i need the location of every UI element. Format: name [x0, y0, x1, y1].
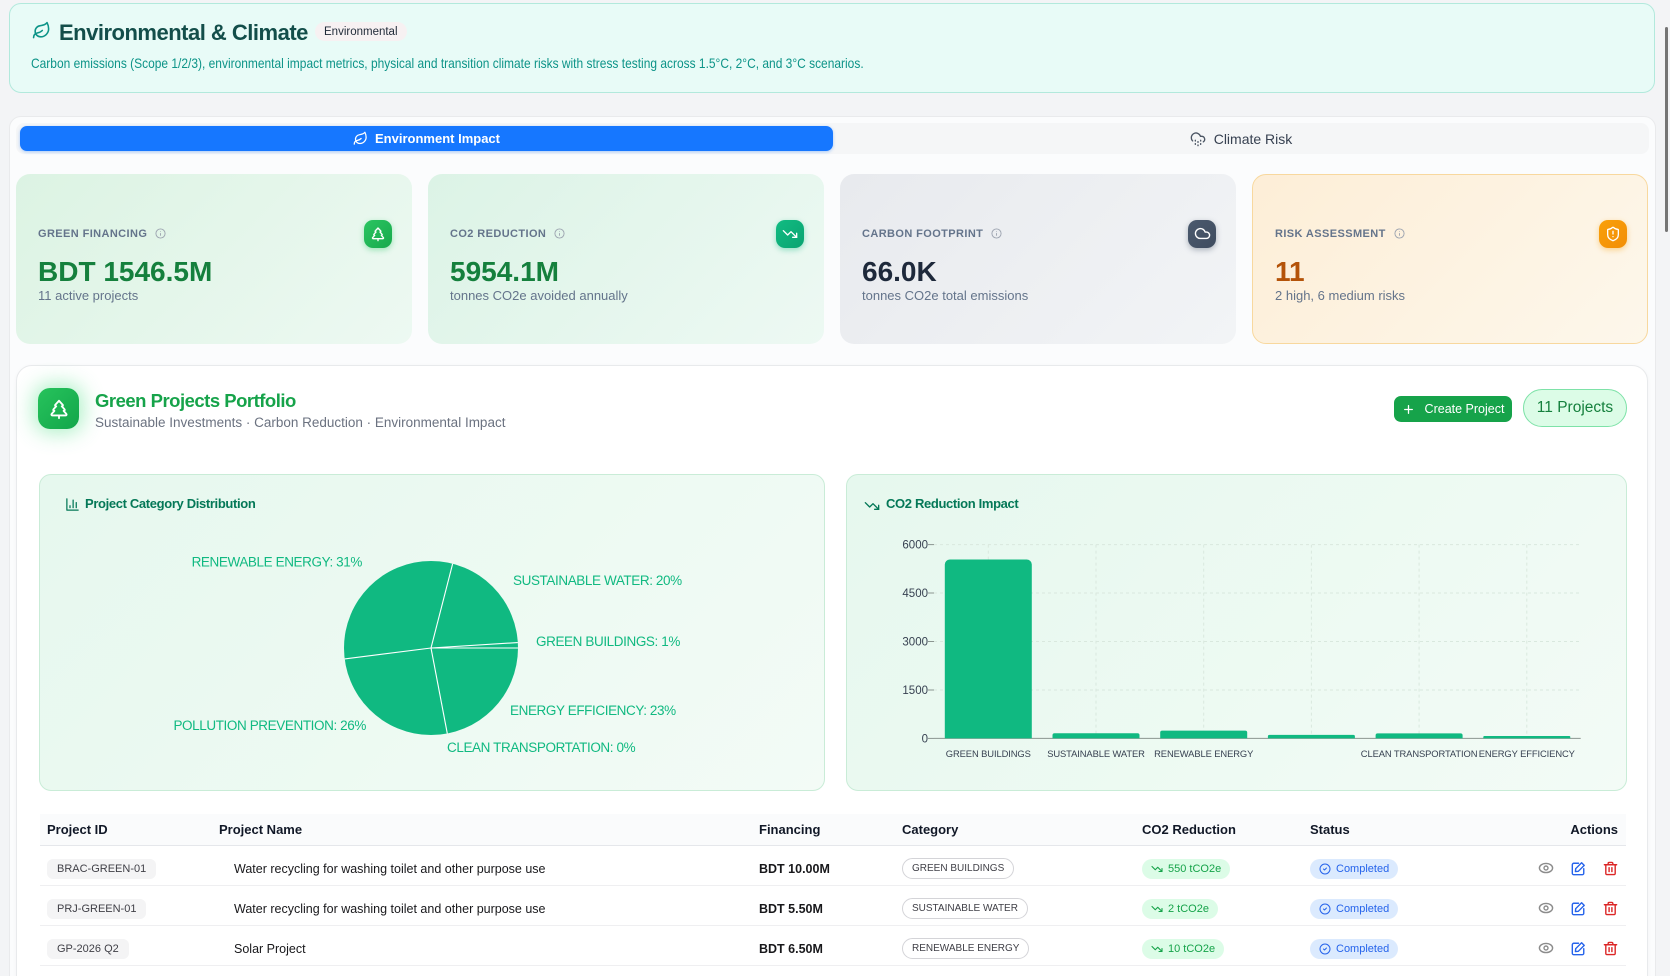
- svg-text:SUSTAINABLE WATER: SUSTAINABLE WATER: [1047, 748, 1145, 759]
- svg-text:CLEAN TRANSPORTATION: CLEAN TRANSPORTATION: [1361, 748, 1478, 759]
- svg-text:0: 0: [922, 733, 928, 745]
- svg-text:SUSTAINABLE WATER: 20%: SUSTAINABLE WATER: 20%: [513, 573, 682, 588]
- svg-text:GREEN BUILDINGS: 1%: GREEN BUILDINGS: 1%: [536, 634, 680, 649]
- svg-text:4500: 4500: [902, 588, 928, 600]
- svg-text:GREEN BUILDINGS: GREEN BUILDINGS: [946, 748, 1031, 759]
- svg-text:RENEWABLE ENERGY: 31%: RENEWABLE ENERGY: 31%: [192, 555, 363, 570]
- svg-text:CLEAN TRANSPORTATION: 0%: CLEAN TRANSPORTATION: 0%: [447, 740, 636, 755]
- svg-text:3000: 3000: [902, 637, 928, 649]
- svg-text:RENEWABLE ENERGY: RENEWABLE ENERGY: [1154, 748, 1254, 759]
- svg-text:ENERGY EFFICIENCY: ENERGY EFFICIENCY: [1479, 748, 1576, 759]
- svg-text:ENERGY EFFICIENCY: 23%: ENERGY EFFICIENCY: 23%: [510, 703, 676, 718]
- svg-text:POLLUTION PREVENTION: 26%: POLLUTION PREVENTION: 26%: [173, 718, 366, 733]
- svg-text:1500: 1500: [902, 685, 928, 697]
- svg-text:6000: 6000: [902, 540, 928, 552]
